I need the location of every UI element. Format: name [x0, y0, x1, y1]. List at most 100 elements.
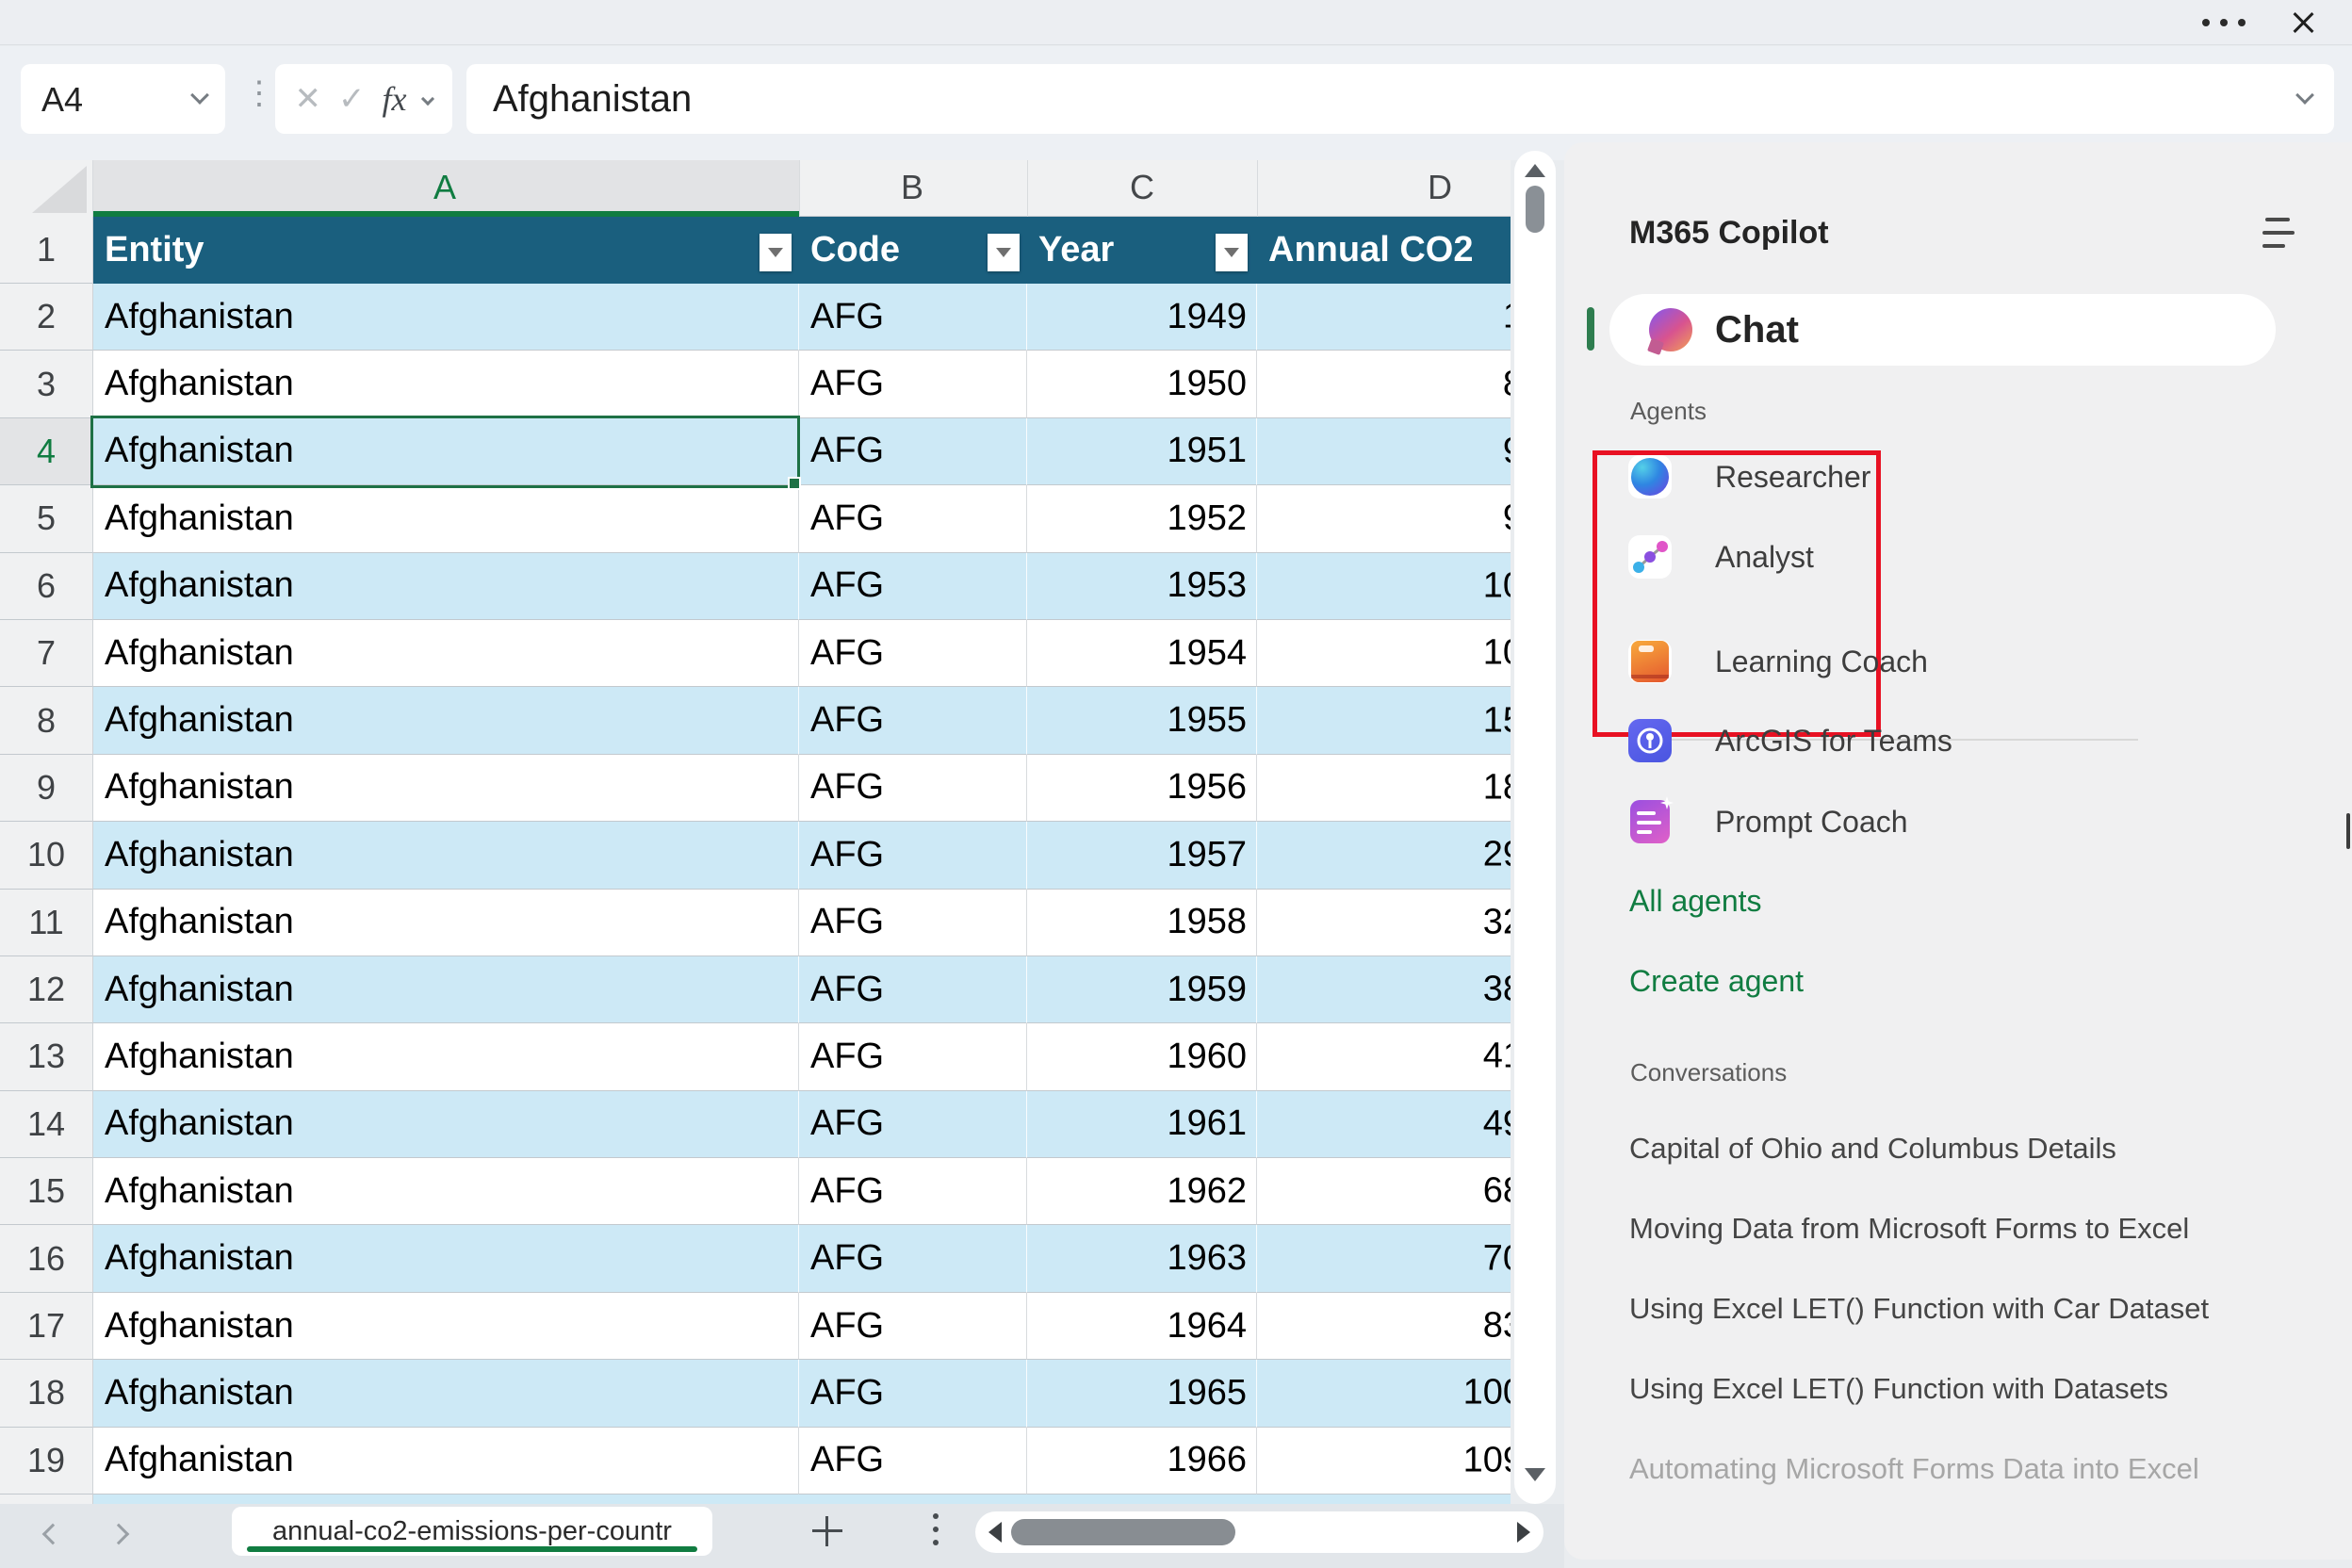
cell-code[interactable]: AFG — [799, 284, 1027, 351]
agent-item-analyst[interactable]: Analyst — [1609, 524, 2175, 590]
cell-entity[interactable]: Afghanistan — [93, 1360, 799, 1428]
cell-year[interactable]: 1956 — [1027, 754, 1257, 823]
agent-item-arcgis[interactable]: ArcGIS for Teams — [1609, 708, 2175, 774]
row-number[interactable]: 5 — [0, 485, 93, 553]
conversation-item[interactable]: Using Excel LET() Function with Car Data… — [1629, 1268, 2317, 1348]
horizontal-scrollbar[interactable] — [975, 1511, 1544, 1553]
column-header-b[interactable]: B — [901, 168, 923, 207]
cell-year[interactable]: 1963 — [1027, 1225, 1257, 1293]
cell-code[interactable]: AFG — [799, 351, 1027, 418]
row-number[interactable]: 12 — [0, 956, 93, 1024]
cell-co2[interactable]: 38 — [1257, 956, 1511, 1024]
vertical-scrollbar-thumb[interactable] — [1526, 186, 1544, 233]
cell-code[interactable]: AFG — [799, 1225, 1027, 1293]
cell-entity[interactable]: Afghanistan — [93, 1225, 799, 1293]
cell-code[interactable]: AFG — [799, 754, 1027, 823]
row-number[interactable]: 1 — [0, 217, 93, 284]
filter-button-entity[interactable] — [760, 234, 792, 271]
cell-year[interactable]: 1959 — [1027, 956, 1257, 1024]
row-number[interactable]: 9 — [0, 754, 93, 823]
cell-co2[interactable]: 18 — [1257, 755, 1511, 823]
cell-code[interactable]: AFG — [799, 1427, 1027, 1495]
row-number[interactable]: 16 — [0, 1225, 93, 1293]
select-all-corner[interactable] — [0, 160, 93, 217]
header-cell-co2[interactable]: Annual CO2 — [1257, 217, 1511, 284]
row-number[interactable]: 8 — [0, 687, 93, 755]
horizontal-scrollbar-thumb[interactable] — [1011, 1519, 1235, 1545]
create-agent-link[interactable]: Create agent — [1629, 964, 1804, 999]
column-header-c[interactable]: C — [1130, 168, 1154, 207]
cell-code[interactable]: AFG — [799, 552, 1027, 620]
cell-co2[interactable]: 109 — [1257, 1428, 1511, 1495]
cell-year[interactable]: 1953 — [1027, 552, 1257, 620]
cell-co2[interactable]: 10 — [1257, 552, 1511, 620]
cell-entity[interactable]: Afghanistan — [93, 754, 799, 823]
add-sheet-icon[interactable] — [812, 1516, 842, 1546]
cell-co2[interactable]: 100 — [1257, 1360, 1511, 1428]
cell-code[interactable]: AFG — [799, 822, 1027, 890]
cell-year[interactable]: 1962 — [1027, 1158, 1257, 1226]
cell-co2[interactable]: 29 — [1257, 822, 1511, 890]
sheet-options-icon[interactable] — [933, 1513, 939, 1551]
cell-co2[interactable]: 15 — [1257, 687, 1511, 755]
cell-year[interactable]: 1961 — [1027, 1090, 1257, 1159]
cell-code[interactable]: AFG — [799, 1090, 1027, 1159]
cell-year[interactable]: 1949 — [1027, 284, 1257, 351]
cell-entity[interactable]: Afghanistan — [93, 1158, 799, 1226]
cell-year[interactable]: 1965 — [1027, 1360, 1257, 1428]
more-options-icon[interactable] — [2202, 19, 2246, 26]
name-box[interactable]: A4 — [21, 64, 225, 134]
cell-code[interactable]: AFG — [799, 417, 1027, 486]
cell-co2[interactable]: 41 — [1257, 1023, 1511, 1091]
cell-year[interactable]: 1958 — [1027, 889, 1257, 956]
cell-co2[interactable]: 70 — [1257, 1225, 1511, 1293]
chat-button[interactable]: Chat — [1609, 294, 2276, 366]
cell-entity[interactable]: Afghanistan — [93, 417, 799, 486]
scroll-left-icon[interactable] — [988, 1522, 1002, 1543]
prev-sheet-icon[interactable] — [41, 1523, 64, 1545]
filter-button-code[interactable] — [988, 234, 1020, 271]
cell-code[interactable]: AFG — [799, 1360, 1027, 1428]
row-number[interactable]: 3 — [0, 351, 93, 418]
cell-co2[interactable]: 83 — [1257, 1293, 1511, 1361]
cell-year[interactable]: 1951 — [1027, 417, 1257, 486]
conversation-item[interactable]: Moving Data from Microsoft Forms to Exce… — [1629, 1188, 2317, 1268]
row-number[interactable]: 11 — [0, 889, 93, 956]
column-header-d[interactable]: D — [1428, 168, 1452, 207]
cell-entity[interactable]: Afghanistan — [93, 351, 799, 418]
scroll-down-icon[interactable] — [1525, 1468, 1545, 1481]
filter-button-year[interactable] — [1216, 234, 1248, 271]
sheet-tab[interactable]: annual-co2-emissions-per-countr — [232, 1507, 712, 1556]
cell-co2[interactable]: 68 — [1257, 1158, 1511, 1226]
cell-co2[interactable]: 9 — [1257, 417, 1511, 486]
cell-code[interactable]: AFG — [799, 889, 1027, 956]
cell-entity[interactable]: Afghanistan — [93, 1427, 799, 1495]
cell-entity[interactable]: Afghanistan — [93, 1090, 799, 1159]
cell-entity[interactable]: Afghanistan — [93, 687, 799, 755]
cell-year[interactable]: 1955 — [1027, 687, 1257, 755]
vertical-scrollbar[interactable] — [1514, 151, 1556, 1504]
row-number[interactable]: 2 — [0, 284, 93, 351]
header-cell-entity[interactable]: Entity — [93, 217, 799, 284]
cell-entity[interactable]: Afghanistan — [93, 284, 799, 351]
row-number[interactable]: 14 — [0, 1090, 93, 1159]
cell-entity[interactable]: Afghanistan — [93, 956, 799, 1024]
row-number[interactable]: 6 — [0, 552, 93, 620]
cell-co2[interactable]: 8 — [1257, 351, 1511, 418]
cell-year[interactable]: 1954 — [1027, 619, 1257, 688]
cell-co2[interactable]: 10 — [1257, 620, 1511, 688]
cell-co2[interactable]: 49 — [1257, 1090, 1511, 1159]
cell-code[interactable]: AFG — [799, 956, 1027, 1024]
all-agents-link[interactable]: All agents — [1629, 884, 1762, 919]
cell-code[interactable]: AFG — [799, 1158, 1027, 1226]
close-icon[interactable] — [2288, 8, 2318, 38]
row-number[interactable]: 4 — [0, 417, 93, 486]
cell-year[interactable]: 1964 — [1027, 1292, 1257, 1361]
cell-entity[interactable]: Afghanistan — [93, 552, 799, 620]
cell-year[interactable]: 1950 — [1027, 351, 1257, 418]
cell-year[interactable]: 1957 — [1027, 822, 1257, 890]
cell-entity[interactable]: Afghanistan — [93, 889, 799, 956]
cell-code[interactable]: AFG — [799, 687, 1027, 755]
cell-co2[interactable]: 9 — [1257, 485, 1511, 553]
row-number[interactable]: 13 — [0, 1023, 93, 1091]
